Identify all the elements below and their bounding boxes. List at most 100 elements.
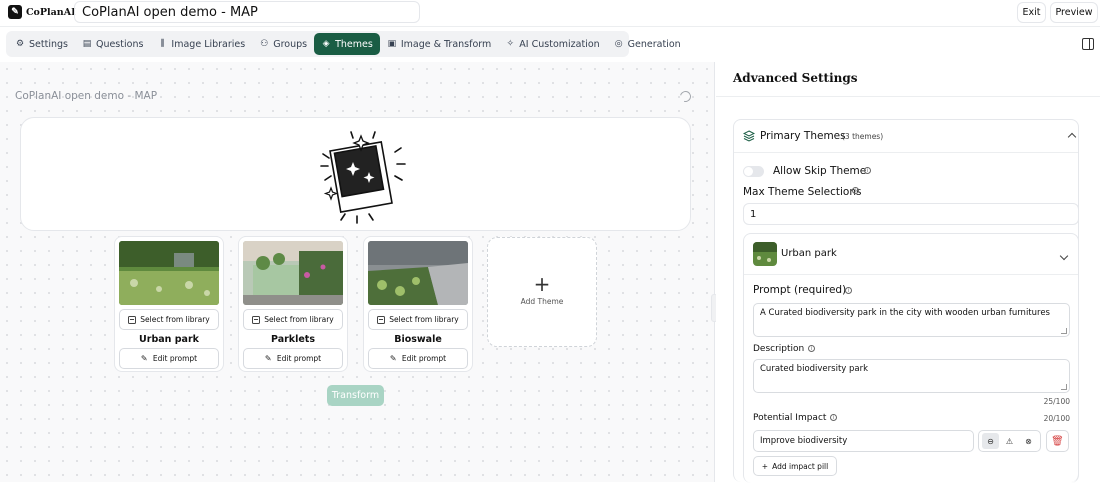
max-selections-label: Max Theme Selections (743, 186, 862, 198)
allow-skip-toggle[interactable] (743, 166, 764, 177)
exit-button[interactable]: Exit (1017, 2, 1046, 23)
clipboard-icon: ▤ (82, 38, 92, 49)
theme-name: Bioswale (394, 334, 442, 345)
app-logo[interactable]: ✎ CoPlanAI (8, 5, 76, 19)
theme-card: Select from library Parklets ✎ Edit promp… (238, 236, 348, 372)
edit-label: Edit prompt (152, 354, 198, 363)
advanced-settings-panel: Advanced Settings Primary Themes (3 them… (716, 62, 1100, 483)
select-label: Select from library (389, 315, 459, 324)
image-icon (377, 315, 386, 324)
info-icon[interactable]: i (852, 187, 859, 194)
edit-prompt-button[interactable]: ✎ Edit prompt (119, 348, 219, 369)
logo-text: CoPlanAI (26, 6, 76, 18)
theme-card: Select from library Bioswale ✎ Edit promp… (363, 236, 473, 372)
theme-image-bioswale[interactable] (368, 241, 468, 305)
tab-label: Generation (627, 38, 681, 50)
impact-label: Potential Impact (753, 413, 827, 423)
select-from-library-button[interactable]: Select from library (368, 309, 468, 330)
tab-label: Questions (95, 38, 144, 50)
tab-image-libraries[interactable]: ⫼ Image Libraries (150, 33, 252, 55)
add-theme-button[interactable]: + Add Theme (487, 237, 597, 347)
plus-icon: + (761, 461, 769, 471)
pencil-icon: ✎ (264, 353, 272, 363)
transform-button[interactable]: Transform (327, 385, 384, 406)
theme-detail-header[interactable]: Urban park (744, 234, 1078, 275)
impact-input[interactable]: Improve biodiversity (753, 430, 974, 452)
tab-ai-customization[interactable]: ✧ AI Customization (498, 33, 606, 55)
layers-icon: ◈ (322, 38, 330, 49)
theme-card: Select from library Urban park ✎ Edit pro… (114, 236, 224, 372)
sidebar-toggle-icon[interactable] (1082, 38, 1094, 50)
warning-impact-icon[interactable]: ⚠ (1001, 433, 1018, 449)
primary-themes-label: Primary Themes (760, 130, 846, 142)
generation-icon: ◎ (614, 38, 623, 49)
theme-thumbnail (753, 242, 777, 266)
info-icon[interactable]: i (845, 287, 852, 294)
select-from-library-button[interactable]: Select from library (243, 309, 343, 330)
max-selections-input[interactable]: 1 (743, 203, 1079, 225)
hero-illustration-card (20, 117, 691, 231)
primary-themes-header[interactable]: Primary Themes (3 themes) (734, 120, 1078, 153)
info-icon[interactable]: i (830, 414, 837, 421)
add-impact-pill-button[interactable]: + Add impact pill (753, 456, 837, 476)
theme-detail-card: Urban park Prompt (required) i A Curated… (743, 233, 1079, 483)
description-textarea[interactable]: Curated biodiversity park (753, 359, 1070, 393)
theme-image-urban-park[interactable] (119, 241, 219, 305)
info-icon[interactable]: i (808, 345, 815, 352)
tab-questions[interactable]: ▤ Questions (75, 33, 150, 55)
description-counter: 25/100 (1043, 397, 1070, 406)
preview-button[interactable]: Preview (1050, 2, 1098, 23)
theme-detail-name: Urban park (781, 248, 837, 259)
add-theme-label: Add Theme (520, 297, 564, 306)
pencil-icon: ✎ (140, 353, 148, 363)
tab-bar: ⚙ Settings ▤ Questions ⫼ Image Libraries ⚇ G… (6, 31, 681, 57)
library-icon: ⫼ (160, 38, 165, 49)
project-title-input[interactable]: CoPlanAI open demo - MAP (74, 1, 420, 23)
divider (716, 96, 1100, 97)
prompt-label: Prompt (required) (753, 284, 847, 296)
description-label: Description (753, 344, 805, 354)
tab-settings[interactable]: ⚙ Settings (8, 33, 75, 55)
tab-label: Themes (335, 38, 373, 50)
top-bar: ✎ CoPlanAI CoPlanAI open demo - MAP Exit… (0, 0, 1100, 27)
prompt-textarea[interactable]: A Curated biodiversity park in the city … (753, 303, 1070, 337)
select-from-library-button[interactable]: Select from library (119, 309, 219, 330)
info-icon[interactable]: i (864, 167, 871, 174)
delete-impact-button[interactable]: 🗑 (1046, 430, 1069, 452)
theme-image-parklets[interactable] (243, 241, 343, 305)
negative-impact-icon[interactable]: ⊗ (1020, 433, 1037, 449)
logo-mark-icon: ✎ (8, 5, 22, 19)
edit-prompt-button[interactable]: ✎ Edit prompt (243, 348, 343, 369)
tab-groups[interactable]: ⚇ Groups (252, 33, 314, 55)
select-label: Select from library (264, 315, 334, 324)
impact-counter: 20/100 (1043, 414, 1070, 423)
tab-themes[interactable]: ◈ Themes (314, 33, 380, 55)
add-pill-label: Add impact pill (772, 461, 829, 471)
plus-icon: + (533, 272, 551, 296)
trash-icon: 🗑 (1051, 435, 1064, 447)
gear-icon: ⚙ (15, 38, 25, 49)
photo-sparkle-icon (320, 131, 406, 224)
primary-themes-section: Primary Themes (3 themes) Allow Skip The… (733, 119, 1079, 483)
tab-image-transform[interactable]: ▣ Image & Transform (380, 33, 498, 55)
image-icon (252, 315, 261, 324)
sparkle-icon: ✧ (506, 38, 515, 49)
tab-generation[interactable]: ◎ Generation (607, 33, 688, 55)
tab-label: Image Libraries (171, 38, 246, 50)
canvas: CoPlanAI open demo - MAP (0, 62, 718, 482)
tab-label: Groups (273, 38, 308, 50)
positive-impact-icon[interactable]: ⊖ (982, 433, 999, 449)
allow-skip-label: Allow Skip Theme (773, 165, 867, 177)
select-label: Select from library (140, 315, 210, 324)
theme-name: Urban park (139, 334, 199, 345)
users-icon: ⚇ (260, 38, 269, 49)
chevron-up-icon[interactable] (1067, 132, 1077, 142)
chevron-down-icon[interactable] (1059, 251, 1069, 261)
tab-label: Settings (29, 38, 68, 50)
primary-themes-count: (3 themes) (842, 132, 884, 141)
theme-mode-icon[interactable] (677, 88, 694, 105)
theme-name: Parklets (270, 334, 316, 345)
tab-label: AI Customization (519, 38, 600, 50)
edit-prompt-button[interactable]: ✎ Edit prompt (368, 348, 468, 369)
tab-label: Image & Transform (400, 38, 492, 50)
